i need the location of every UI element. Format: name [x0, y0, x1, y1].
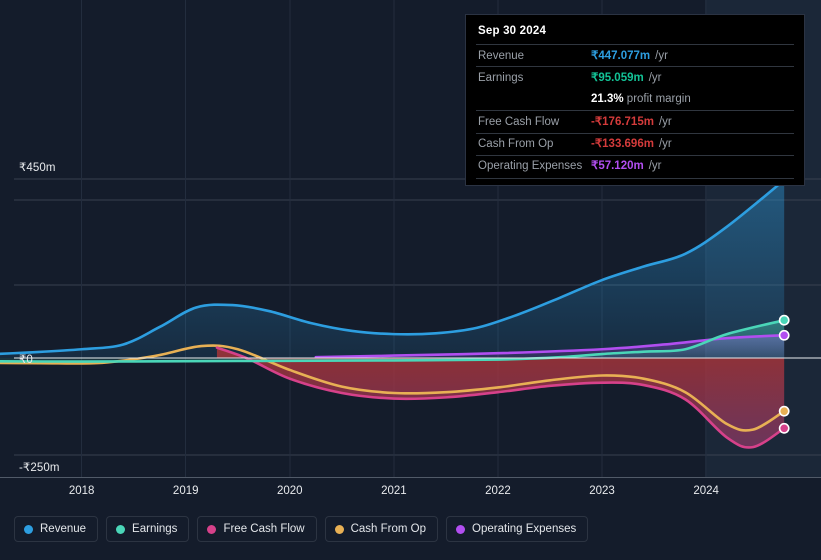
endpoint-marker-free-cash-flow [778, 422, 790, 434]
legend-color-dot-icon [207, 524, 217, 534]
y-axis-label-bottom: -₹250m [19, 462, 60, 474]
financial-chart-widget: ₹450m ₹0 -₹250m 2018 2019 2020 2021 2022 2023… [0, 0, 821, 560]
x-axis-label-2021: 2021 [381, 485, 407, 497]
y-axis-label-zero: ₹0 [19, 354, 33, 366]
tooltip-row-free-cash-flow: Free Cash Flow -₹176.715m/yr [476, 110, 794, 132]
endpoint-marker-operating-expenses [778, 329, 790, 341]
tooltip-rows: Revenue ₹447.077m/yr Earnings ₹95.059m/yr 21… [476, 44, 794, 180]
tooltip-row-unit: /yr [655, 49, 668, 62]
endpoint-marker-earnings [778, 314, 790, 326]
legend-item-label: Revenue [40, 523, 87, 535]
tooltip-row-unit: /yr [648, 160, 662, 173]
x-axis: 2018 2019 2020 2021 2022 2023 2024 [0, 478, 821, 512]
tooltip-row-label: Free Cash Flow [478, 115, 560, 128]
legend-color-dot-icon [116, 524, 126, 534]
x-axis-label-2022: 2022 [485, 485, 511, 497]
tooltip-profit-margin-row: 21.3% profit margin [476, 89, 794, 110]
legend-item-label: Operating Expenses [472, 523, 577, 535]
x-axis-label-2019: 2019 [172, 485, 199, 497]
legend-color-dot-icon [456, 524, 466, 534]
tooltip-row-value: ₹447.077m/yr [591, 49, 668, 62]
tooltip-row-value: ₹57.120m/yr [591, 160, 662, 173]
legend-item-label: Earnings [132, 523, 178, 535]
legend-item-cash-from-op[interactable]: Cash From Op [324, 516, 439, 542]
legend-item-revenue[interactable]: Revenue [14, 516, 99, 542]
legend-item-free-cash-flow[interactable]: Free Cash Flow [197, 516, 317, 542]
tooltip-row-earnings: Earnings ₹95.059m/yr [476, 66, 794, 88]
tooltip-row-label: Cash From Op [478, 138, 554, 150]
legend-item-label: Free Cash Flow [223, 523, 305, 535]
tooltip-profit-margin-value: 21.3% profit margin [591, 93, 691, 106]
tooltip-row-revenue: Revenue ₹447.077m/yr [476, 44, 794, 66]
tooltip-row-unit: /yr [658, 115, 672, 128]
chart-legend[interactable]: Revenue Earnings Free Cash Flow Cash From O… [14, 516, 589, 542]
x-axis-label-2023: 2023 [589, 485, 615, 497]
tooltip-row-label: Earnings [478, 71, 524, 84]
tooltip-row-label: Revenue [478, 49, 525, 62]
tooltip-date: Sep 30 2024 [478, 25, 547, 37]
tooltip-bottom-divider [476, 178, 794, 180]
tooltip-row-unit: /yr [648, 71, 662, 84]
tooltip-row-operating-expenses: Operating Expenses ₹57.120m/yr [476, 154, 794, 177]
y-axis-label-top: ₹450m [19, 162, 56, 174]
x-axis-label-2018: 2018 [68, 485, 95, 497]
tooltip-row-unit: /yr [658, 138, 672, 150]
tooltip-row-value: ₹95.059m/yr [591, 71, 662, 84]
legend-item-earnings[interactable]: Earnings [106, 516, 190, 542]
legend-color-dot-icon [334, 524, 344, 534]
tooltip-row-label: Operating Expenses [478, 160, 583, 173]
chart-tooltip: Sep 30 2024 Revenue ₹447.077m/yr Earnings ₹… [465, 14, 805, 187]
legend-item-label: Cash From Op [350, 523, 427, 535]
tooltip-row-value: -₹133.696m/yr [591, 138, 672, 150]
x-axis-label-2024: 2024 [693, 485, 719, 497]
tooltip-row-value: -₹176.715m/yr [591, 115, 672, 128]
legend-item-operating-expenses[interactable]: Operating Expenses [446, 516, 589, 542]
x-axis-label-2020: 2020 [277, 485, 303, 497]
legend-color-dot-icon [24, 524, 33, 534]
tooltip-row-cash-from-op: Cash From Op -₹133.696m/yr [476, 132, 794, 155]
endpoint-marker-cash-from-op [778, 405, 790, 417]
